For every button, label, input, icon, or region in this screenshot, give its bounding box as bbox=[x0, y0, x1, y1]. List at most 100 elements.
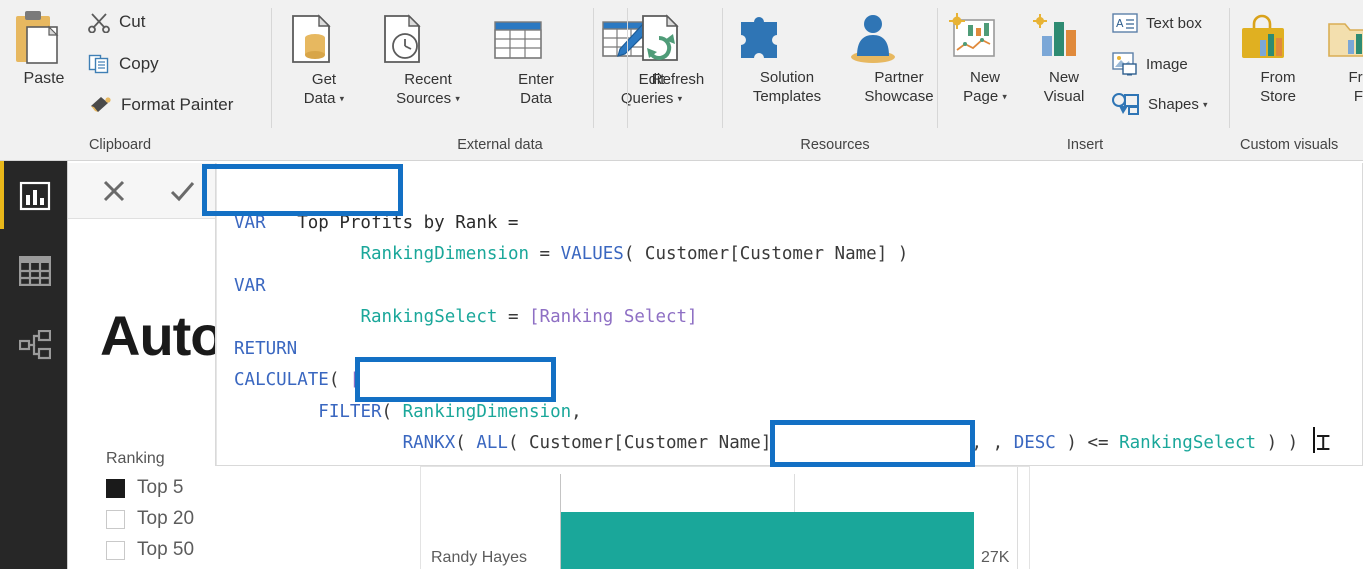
dax-code-line: RankingSelect = [Ranking Select] bbox=[234, 302, 698, 334]
from-store-button[interactable]: From Store bbox=[1236, 12, 1320, 106]
dax-token: ) ) bbox=[1256, 433, 1299, 453]
image-label: Image bbox=[1146, 55, 1188, 73]
ribbon-divider bbox=[627, 8, 628, 128]
dax-token: ( Customer[Customer Name] ), bbox=[507, 433, 814, 453]
group-caption-custom-visuals: Custom visuals bbox=[1240, 137, 1339, 153]
from-file-label-1: From bbox=[1348, 69, 1363, 86]
table-grid-icon bbox=[19, 256, 51, 286]
dax-token: RANKX bbox=[402, 433, 456, 453]
refresh-button[interactable]: Refresh bbox=[633, 12, 723, 89]
recent-sources-icon bbox=[373, 12, 483, 66]
new-visual-button[interactable]: New Visual bbox=[1028, 12, 1100, 106]
mouse-ibeam-cursor: ⌶ bbox=[1316, 428, 1331, 456]
dax-token: ( Customer[Customer Name] ) bbox=[623, 244, 909, 264]
top-profits-bar-chart[interactable]: Randy Hayes 27K bbox=[420, 466, 1030, 569]
group-caption-resources: Resources bbox=[800, 137, 870, 153]
enter-data-label-1: Enter bbox=[518, 71, 554, 88]
dax-token: [Total Profits] bbox=[349, 370, 508, 390]
chart-right-border bbox=[1017, 467, 1018, 569]
checkbox-icon[interactable] bbox=[106, 540, 125, 560]
group-caption-insert: Insert bbox=[1066, 137, 1104, 153]
dax-token: ) <= bbox=[1055, 433, 1120, 453]
from-store-label-1: From bbox=[1260, 69, 1296, 86]
dax-token: [Ranking Select] bbox=[529, 307, 698, 327]
shapes-label: Shapes ▾ bbox=[1148, 95, 1208, 113]
slicer-option-top-20[interactable]: Top 20 bbox=[106, 508, 336, 530]
slicer-option-top-5[interactable]: Top 5 bbox=[106, 477, 336, 499]
sidebar-item-data-view[interactable] bbox=[18, 254, 52, 288]
cut-button[interactable]: Cut bbox=[88, 11, 145, 33]
dax-token: ( bbox=[381, 401, 403, 422]
dax-token: FILTER bbox=[318, 401, 382, 422]
checkbox-icon[interactable] bbox=[106, 509, 125, 529]
store-bag-icon bbox=[1236, 12, 1320, 64]
chart-bar-randy-hayes[interactable] bbox=[561, 512, 974, 569]
refresh-icon bbox=[633, 12, 723, 66]
dax-token: = bbox=[529, 244, 561, 264]
slicer-option-top-50[interactable]: Top 50 bbox=[106, 539, 336, 561]
folder-icon bbox=[1324, 12, 1363, 64]
text-box-button[interactable]: A Text box bbox=[1112, 12, 1202, 34]
ribbon-group-resources: Solution Templates Partner Showcase Reso… bbox=[725, 0, 940, 160]
sidebar-item-model-view[interactable] bbox=[18, 328, 52, 362]
shapes-button[interactable]: Shapes ▾ bbox=[1112, 93, 1208, 115]
image-button[interactable]: Image bbox=[1112, 52, 1188, 76]
page-title: Auto bbox=[100, 304, 225, 367]
from-store-label-2: Store bbox=[1260, 88, 1296, 105]
dax-token: RankingDimension bbox=[360, 244, 530, 264]
checkbox-icon[interactable] bbox=[106, 478, 125, 498]
recent-sources-button[interactable]: Recent Sources ▾ bbox=[373, 12, 483, 109]
left-navigation-bar bbox=[0, 161, 68, 569]
slicer-option-label: Top 20 bbox=[137, 508, 195, 529]
ranking-slicer[interactable]: Ranking Top 5 Top 20 Top 50 bbox=[106, 450, 336, 569]
scissors-icon bbox=[88, 11, 110, 33]
edit-queries-label-2: Queries ▾ bbox=[620, 90, 683, 107]
partner-showcase-label-1: Partner bbox=[874, 69, 924, 86]
new-page-label-1: New bbox=[969, 69, 1000, 86]
partner-showcase-button[interactable]: Partner Showcase bbox=[847, 12, 951, 106]
new-visual-label-2: Visual bbox=[1043, 88, 1085, 105]
ribbon-group-clipboard: Paste Cut Copy Format Painter Clipboard bbox=[0, 0, 275, 160]
from-file-label-2: File bbox=[1353, 88, 1363, 105]
dax-token: , bbox=[507, 370, 519, 390]
paintbrush-icon bbox=[88, 94, 112, 116]
dax-code-line: CALCULATE( [Total Profits], bbox=[234, 365, 519, 397]
cancel-formula-button[interactable] bbox=[96, 173, 132, 209]
format-painter-button[interactable]: Format Painter bbox=[88, 94, 233, 116]
sidebar-item-report-view[interactable] bbox=[18, 179, 52, 213]
dax-token: RankingSelect bbox=[360, 307, 498, 327]
paste-icon bbox=[8, 8, 80, 68]
recent-sources-label-2: Sources ▾ bbox=[396, 90, 460, 107]
paste-button[interactable]: Paste bbox=[8, 8, 80, 88]
dax-token: = bbox=[497, 307, 530, 327]
dax-token: VAR bbox=[234, 275, 266, 296]
chevron-down-icon: ▾ bbox=[455, 93, 460, 104]
cut-label: Cut bbox=[119, 12, 146, 31]
get-data-label-1: Get bbox=[311, 71, 337, 88]
get-data-label-2: Data ▾ bbox=[303, 90, 345, 107]
recent-sources-label-1: Recent bbox=[404, 71, 452, 88]
solution-templates-button[interactable]: Solution Templates bbox=[733, 12, 841, 106]
solution-templates-label-1: Solution bbox=[759, 69, 815, 86]
format-painter-label: Format Painter bbox=[121, 95, 234, 114]
solution-templates-label-2: Templates bbox=[752, 88, 822, 105]
dax-code-line: RankingDimension = VALUES( Customer[Cust… bbox=[234, 239, 908, 271]
chart-value-label: 27K bbox=[981, 549, 1010, 566]
text-box-icon: A bbox=[1112, 12, 1138, 34]
accept-formula-button[interactable] bbox=[164, 173, 200, 209]
refresh-label: Refresh bbox=[651, 71, 705, 88]
get-data-button[interactable]: Get Data ▾ bbox=[283, 12, 365, 109]
chevron-down-icon: ▾ bbox=[1203, 99, 1208, 110]
chevron-down-icon: ▾ bbox=[677, 93, 683, 104]
ribbon-group-insert: New Page ▾ New Visual A Text box Image S… bbox=[940, 0, 1232, 160]
new-page-button[interactable]: New Page ▾ bbox=[946, 12, 1024, 107]
copy-button[interactable]: Copy bbox=[88, 53, 159, 75]
dax-token: CALCULATE bbox=[234, 370, 329, 390]
dax-formula-editor[interactable]: Top Profits by Rank = VAR RankingDimensi… bbox=[215, 163, 1363, 466]
dax-token: ALL bbox=[476, 433, 508, 453]
copy-icon bbox=[88, 53, 110, 75]
power-bi-window: Paste Cut Copy Format Painter Clipboard … bbox=[0, 0, 1363, 569]
enter-data-button[interactable]: Enter Data bbox=[491, 12, 581, 108]
relationships-icon bbox=[19, 330, 51, 360]
from-file-button[interactable]: From File bbox=[1324, 12, 1363, 106]
